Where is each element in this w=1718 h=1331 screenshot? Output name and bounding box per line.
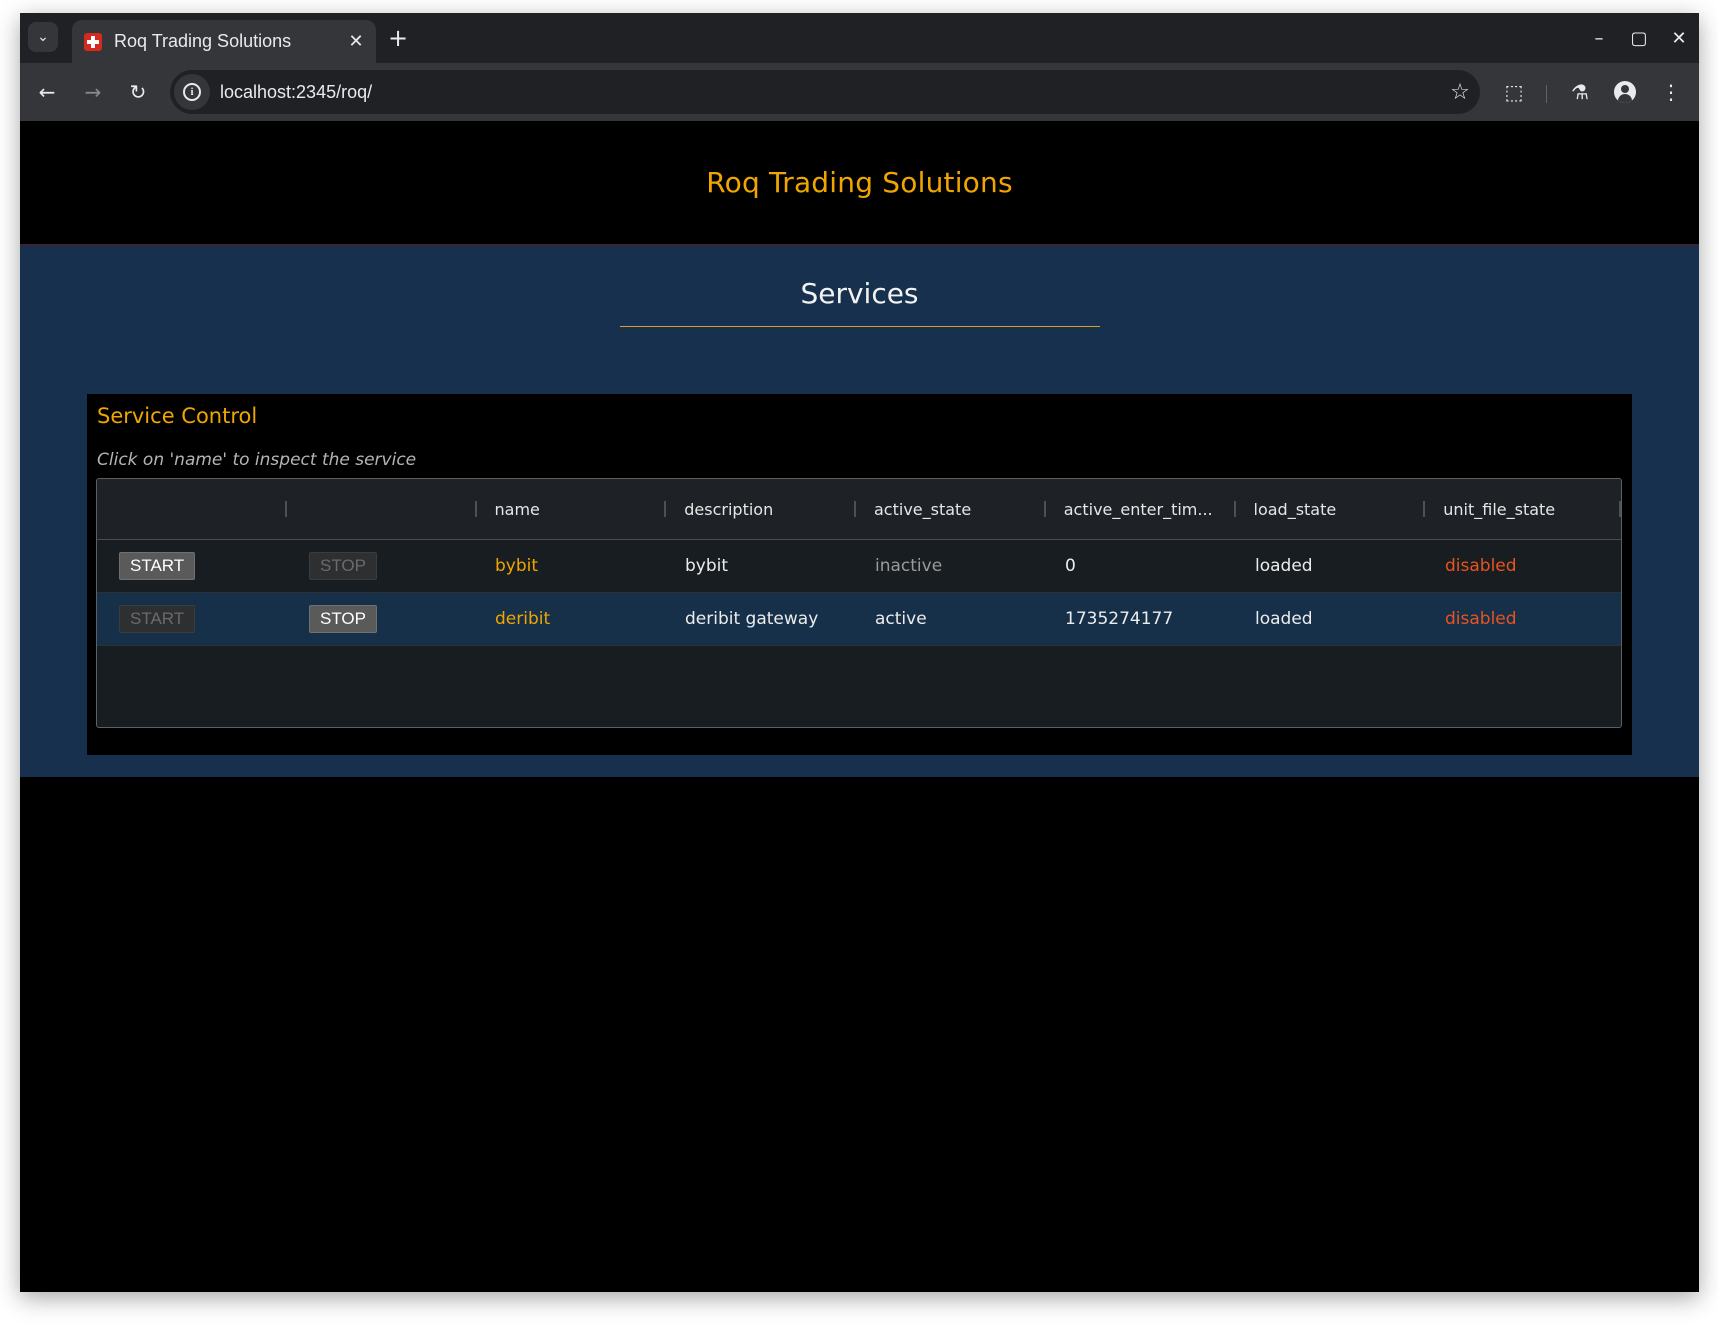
- stop-button[interactable]: STOP: [309, 605, 377, 633]
- chevron-down-icon[interactable]: ⌄: [28, 22, 58, 52]
- browser-toolbar: ← → ↻ i localhost:2345/roq/ ☆ ⬚ ⚗ ⋮: [20, 63, 1699, 121]
- service-control-panel: Service Control Click on 'name' to inspe…: [87, 394, 1632, 755]
- plus-icon[interactable]: +: [384, 25, 412, 53]
- column-header-active-enter-time[interactable]: active_enter_tim...: [1046, 479, 1236, 539]
- start-button[interactable]: START: [119, 605, 196, 633]
- toolbar-separator: [1546, 85, 1547, 103]
- active-enter-time-cell: 0: [1065, 556, 1076, 576]
- services-table: name description active_state active_ent…: [96, 478, 1622, 728]
- flask-icon[interactable]: ⚗: [1563, 75, 1597, 109]
- column-header-active-state[interactable]: active_state: [856, 479, 1046, 539]
- window-controls: – ▢ ✕: [1579, 13, 1699, 63]
- column-header-unit-file-state[interactable]: unit_file_state: [1425, 479, 1621, 539]
- info-icon[interactable]: i: [174, 74, 210, 110]
- start-cell: START: [97, 540, 287, 592]
- app-header: Roq Trading Solutions: [20, 121, 1699, 245]
- active-state-cell: inactive: [875, 556, 943, 576]
- active-enter-time-cell: 1735274177: [1065, 609, 1174, 629]
- panel-title: Service Control: [97, 404, 258, 428]
- url-text[interactable]: localhost:2345/roq/: [220, 82, 1440, 103]
- start-cell: START: [97, 593, 287, 645]
- forward-arrow-icon[interactable]: →: [76, 75, 110, 109]
- column-header-name[interactable]: name: [477, 479, 667, 539]
- kebab-menu-icon[interactable]: ⋮: [1654, 75, 1688, 109]
- description-cell: deribit gateway: [685, 609, 819, 629]
- unit-file-state-cell: disabled: [1445, 556, 1517, 576]
- browser-tab[interactable]: Roq Trading Solutions ✕: [72, 20, 376, 63]
- service-name-link[interactable]: bybit: [477, 540, 667, 592]
- column-header-start[interactable]: [97, 479, 287, 539]
- maximize-icon[interactable]: ▢: [1619, 13, 1659, 63]
- page-content: Roq Trading Solutions Services Service C…: [20, 121, 1699, 1292]
- table-header: name description active_state active_ent…: [97, 479, 1621, 540]
- column-header-description[interactable]: description: [666, 479, 856, 539]
- panel-hint: Click on 'name' to inspect the service: [97, 450, 417, 470]
- app-title: Roq Trading Solutions: [706, 166, 1013, 199]
- start-button[interactable]: START: [119, 552, 196, 580]
- avatar-icon[interactable]: [1608, 75, 1642, 109]
- browser-window: ⌄ Roq Trading Solutions ✕ + – ▢ ✕ ← → ↻ …: [20, 13, 1699, 1292]
- load-state-cell: loaded: [1255, 609, 1313, 629]
- service-name-link[interactable]: deribit: [477, 593, 667, 645]
- address-bar[interactable]: i localhost:2345/roq/ ☆: [170, 70, 1480, 114]
- column-header-stop[interactable]: [287, 479, 477, 539]
- minimize-icon[interactable]: –: [1579, 13, 1619, 63]
- description-cell: bybit: [685, 556, 729, 576]
- puzzle-icon[interactable]: ⬚: [1497, 75, 1531, 109]
- reload-icon[interactable]: ↻: [121, 75, 155, 109]
- back-arrow-icon[interactable]: ←: [30, 75, 64, 109]
- star-icon[interactable]: ☆: [1440, 80, 1480, 105]
- close-icon[interactable]: ✕: [1659, 13, 1699, 63]
- table-row[interactable]: START STOP deribit deribit gateway activ…: [97, 593, 1621, 646]
- stop-cell: STOP: [287, 540, 477, 592]
- section-title: Services: [800, 277, 919, 310]
- tab-strip: ⌄ Roq Trading Solutions ✕ + – ▢ ✕: [20, 13, 1699, 63]
- services-section: Services Service Control Click on 'name'…: [20, 245, 1699, 777]
- table-row[interactable]: START STOP bybit bybit inactive 0 loaded…: [97, 540, 1621, 593]
- stop-cell: STOP: [287, 593, 477, 645]
- swiss-flag-icon: [84, 32, 102, 51]
- column-header-load-state[interactable]: load_state: [1236, 479, 1426, 539]
- tab-title: Roq Trading Solutions: [114, 31, 292, 51]
- close-icon[interactable]: ✕: [342, 31, 370, 52]
- section-divider: [620, 326, 1100, 327]
- stop-button[interactable]: STOP: [309, 552, 377, 580]
- active-state-cell: active: [875, 609, 927, 629]
- load-state-cell: loaded: [1255, 556, 1313, 576]
- unit-file-state-cell: disabled: [1445, 609, 1517, 629]
